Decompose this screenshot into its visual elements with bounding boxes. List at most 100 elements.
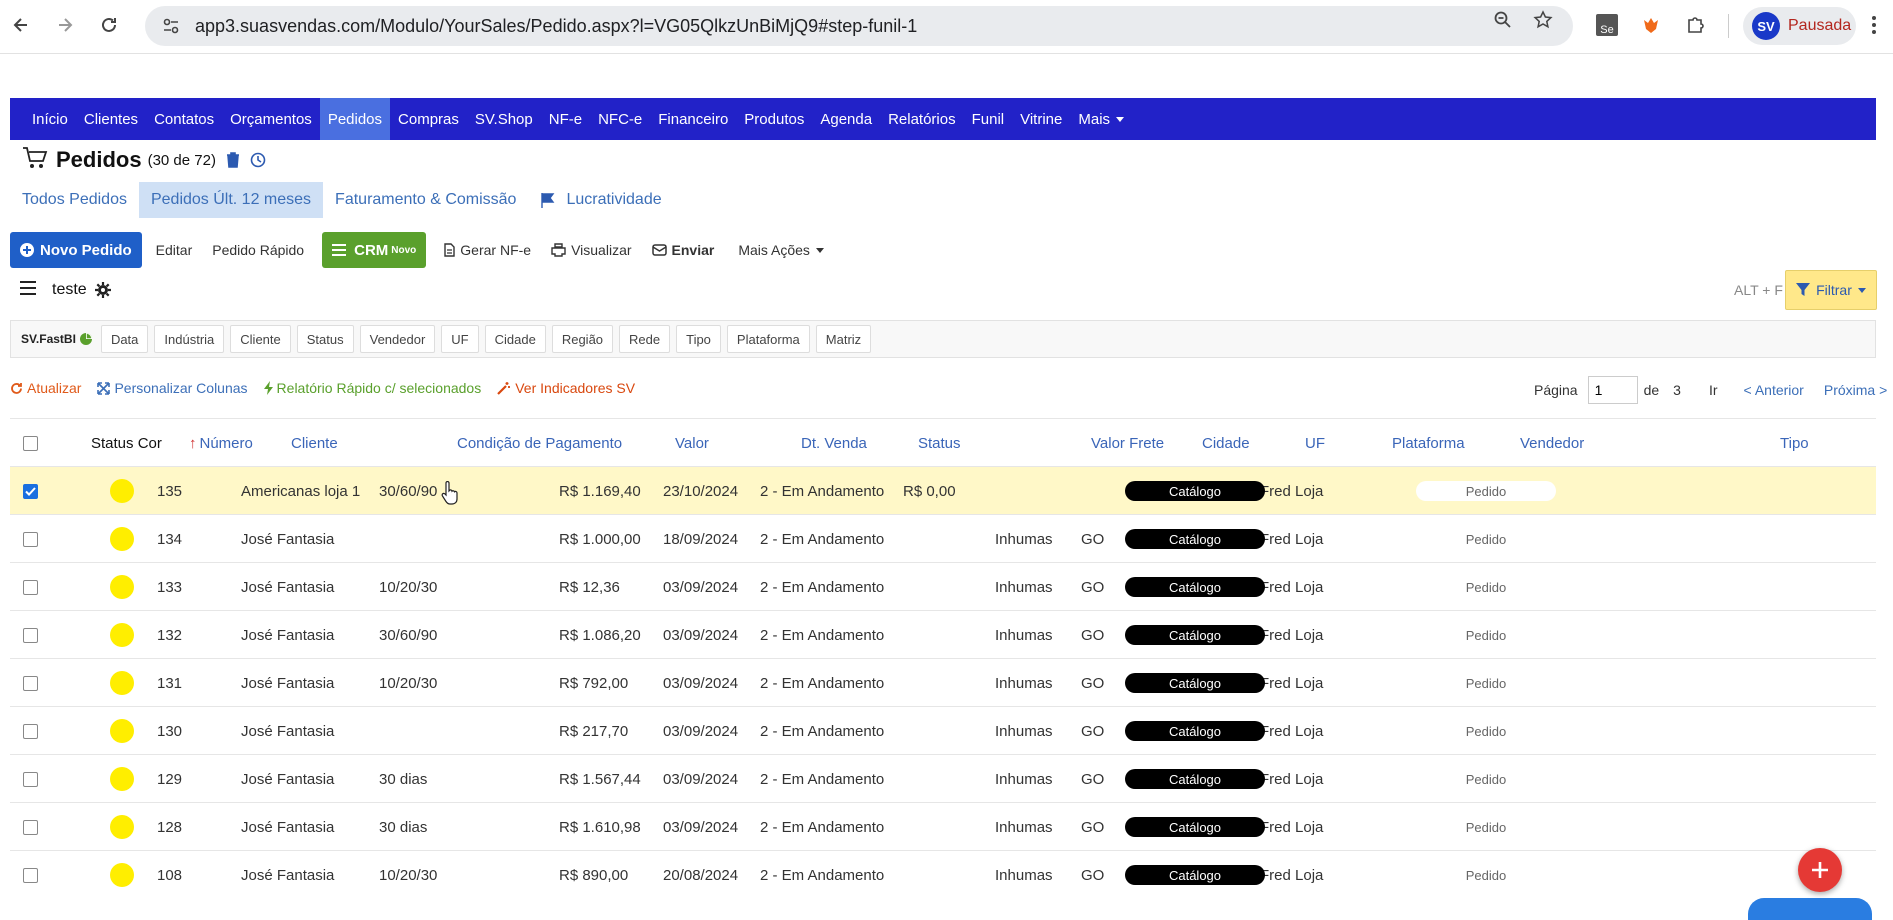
fox-extension-icon[interactable] (1638, 12, 1664, 38)
reload-button[interactable] (94, 10, 124, 40)
col-cliente[interactable]: Cliente (291, 419, 338, 467)
col-condicao[interactable]: Condição de Pagamento (457, 419, 622, 467)
row-checkbox[interactable] (23, 867, 38, 883)
forward-button[interactable] (50, 10, 80, 40)
selenium-extension-icon[interactable]: Se (1594, 12, 1620, 38)
crm-button[interactable]: CRM Novo (322, 232, 427, 268)
chip-0[interactable]: Data (100, 325, 149, 353)
chip-2[interactable]: Cliente (230, 325, 291, 353)
row-checkbox[interactable] (23, 579, 38, 595)
nav-item-14[interactable]: Vitrine (1012, 98, 1070, 140)
table-row[interactable]: 134 José Fantasia R$ 1.000,00 18/09/2024 2 -… (10, 514, 1876, 562)
chip-3[interactable]: Status (296, 325, 354, 353)
view-indicators-link[interactable]: Ver Indicadores SV (497, 380, 635, 396)
saved-view-name[interactable]: teste (52, 281, 87, 299)
row-checkbox[interactable] (23, 771, 38, 787)
nav-item-4[interactable]: Pedidos (319, 98, 391, 140)
trash-icon[interactable] (226, 152, 240, 168)
tab-todos-pedidos[interactable]: Todos Pedidos (10, 182, 139, 218)
chip-7[interactable]: Região (551, 325, 614, 353)
chip-11[interactable]: Matriz (815, 325, 872, 353)
nav-item-11[interactable]: Agenda (812, 98, 880, 140)
table-row[interactable]: 133 José Fantasia 10/20/30 R$ 12,36 03/09/20… (10, 562, 1876, 610)
chip-10[interactable]: Plataforma (726, 325, 810, 353)
chip-1[interactable]: Indústria (154, 325, 225, 353)
nav-item-5[interactable]: Compras (390, 98, 467, 140)
col-valor[interactable]: Valor (675, 419, 709, 467)
new-order-button[interactable]: Novo Pedido (10, 232, 142, 268)
browser-menu-icon[interactable] (1859, 10, 1889, 40)
table-row[interactable]: 108 José Fantasia 10/20/30 R$ 890,00 20/08/2… (10, 850, 1876, 898)
customize-columns-link[interactable]: Personalizar Colunas (97, 380, 248, 396)
site-settings-icon[interactable] (160, 15, 182, 37)
back-button[interactable] (6, 10, 36, 40)
col-numero[interactable]: ↑ Número (189, 419, 253, 467)
col-dt-venda[interactable]: Dt. Venda (801, 419, 867, 467)
row-checkbox[interactable] (23, 483, 38, 499)
table-row[interactable]: 128 José Fantasia 30 dias R$ 1.610,98 03/09/… (10, 802, 1876, 850)
table-row[interactable]: 132 José Fantasia 30/60/90 R$ 1.086,20 03/09… (10, 610, 1876, 658)
chip-9[interactable]: Tipo (676, 325, 721, 353)
select-all-checkbox[interactable] (23, 435, 38, 451)
zoom-icon[interactable] (1492, 9, 1514, 31)
col-vendedor[interactable]: Vendedor (1520, 419, 1584, 467)
col-tipo[interactable]: Tipo (1780, 419, 1809, 467)
col-valor-frete[interactable]: Valor Frete (1091, 419, 1164, 467)
chip-8[interactable]: Rede (619, 325, 671, 353)
nav-item-10[interactable]: Produtos (736, 98, 812, 140)
history-clock-icon[interactable] (250, 152, 266, 168)
nav-item-1[interactable]: Clientes (76, 98, 146, 140)
filter-button[interactable]: Filtrar (1785, 270, 1877, 310)
bookmark-star-icon[interactable] (1532, 9, 1554, 31)
chip-4[interactable]: Vendedor (359, 325, 436, 353)
extensions-puzzle-icon[interactable] (1682, 12, 1708, 38)
gear-icon[interactable] (94, 282, 111, 298)
nav-item-0[interactable]: Início (24, 98, 76, 140)
nav-item-7[interactable]: NF-e (541, 98, 590, 140)
edit-button[interactable]: Editar (146, 232, 203, 268)
row-checkbox[interactable] (23, 819, 38, 835)
nav-item-2[interactable]: Contatos (146, 98, 222, 140)
table-row[interactable]: 131 José Fantasia 10/20/30 R$ 792,00 03/09/2… (10, 658, 1876, 706)
fastbi-logo[interactable]: SV. FastBI (21, 332, 93, 346)
table-row[interactable]: 135 Americanas loja 1 30/60/90 R$ 1.169,40 2… (10, 466, 1876, 514)
nav-item-12[interactable]: Relatórios (880, 98, 964, 140)
more-actions-dropdown[interactable]: Mais Ações (728, 232, 834, 268)
nav-item-13[interactable]: Funil (964, 98, 1013, 140)
nav-item-9[interactable]: Financeiro (650, 98, 736, 140)
profile-button[interactable]: SV Pausada (1743, 7, 1856, 45)
nav-item-3[interactable]: Orçamentos (222, 98, 320, 140)
tab-pedidos-12-meses[interactable]: Pedidos Últ. 12 meses (138, 182, 324, 218)
go-button[interactable]: Ir (1709, 382, 1718, 398)
chip-5[interactable]: UF (441, 325, 479, 353)
col-uf[interactable]: UF (1305, 419, 1325, 467)
generate-nfe-button[interactable]: Gerar NF-e (434, 232, 541, 268)
hamburger-icon[interactable] (20, 281, 36, 299)
row-checkbox[interactable] (23, 675, 38, 691)
page-number-input[interactable] (1587, 376, 1638, 404)
nav-item-8[interactable]: NFC-e (590, 98, 650, 140)
view-button[interactable]: Visualizar (541, 232, 641, 268)
table-row[interactable]: 130 José Fantasia R$ 217,70 03/09/2024 2 - E… (10, 706, 1876, 754)
send-button[interactable]: Enviar (642, 232, 725, 268)
address-bar[interactable]: app3.suasvendas.com/Modulo/YourSales/Ped… (145, 6, 1573, 46)
chat-widget-button[interactable] (1748, 898, 1872, 920)
row-checkbox[interactable] (23, 723, 38, 739)
tab-faturamento-comissao[interactable]: Faturamento & Comissão (323, 182, 528, 218)
add-fab-button[interactable] (1798, 848, 1842, 892)
col-plataforma[interactable]: Plataforma (1392, 419, 1465, 467)
quick-order-button[interactable]: Pedido Rápido (202, 232, 314, 268)
row-checkbox[interactable] (23, 627, 38, 643)
previous-page-link[interactable]: < Anterior (1744, 382, 1804, 398)
refresh-link[interactable]: Atualizar (10, 380, 81, 396)
tab-lucratividade[interactable]: Lucratividade (528, 182, 673, 218)
quick-report-link[interactable]: Relatório Rápido c/ selecionados (263, 380, 481, 396)
col-cidade[interactable]: Cidade (1202, 419, 1250, 467)
col-status[interactable]: Status (918, 419, 961, 467)
col-status-cor[interactable]: Status Cor (91, 419, 162, 467)
nav-item-15[interactable]: Mais (1070, 98, 1132, 140)
next-page-link[interactable]: Próxima > (1824, 382, 1887, 398)
table-row[interactable]: 129 José Fantasia 30 dias R$ 1.567,44 03/09/… (10, 754, 1876, 802)
chip-6[interactable]: Cidade (484, 325, 546, 353)
row-checkbox[interactable] (23, 531, 38, 547)
